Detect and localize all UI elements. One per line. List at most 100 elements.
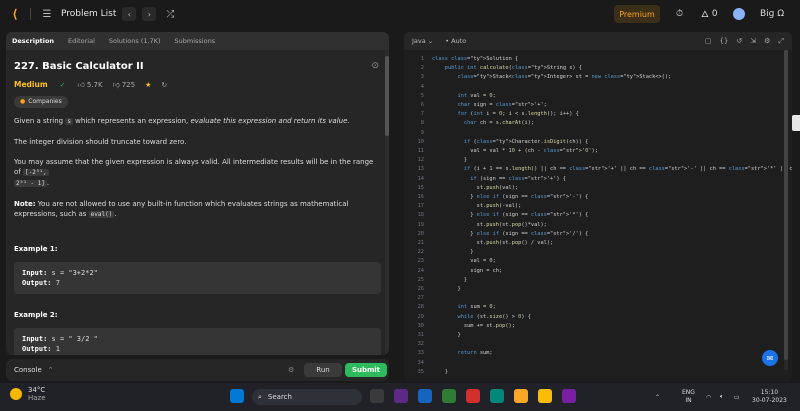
- code-line: st.push(st.pop() / val);: [432, 240, 554, 246]
- chrome-icon[interactable]: [538, 389, 552, 403]
- code-line: sum += st.pop();: [432, 322, 515, 329]
- text: .: [46, 179, 50, 187]
- code-line: }: [432, 249, 474, 256]
- line-number: 26: [417, 286, 424, 292]
- editor-toolbar: Java ⌄ • Auto ▢ {} ↺ ⇲ ⚙ ⤢: [404, 32, 792, 50]
- companies-label: Companies: [28, 98, 62, 105]
- auto-mode[interactable]: • Auto: [445, 37, 466, 45]
- line-number: 15: [417, 184, 424, 191]
- more-options-icon[interactable]: ⊙: [371, 61, 379, 71]
- leetcode-logo[interactable]: ⟨: [8, 7, 22, 21]
- code-line: } else if (sign == class="str">'-') {: [432, 194, 589, 200]
- task-view-icon[interactable]: [370, 389, 384, 403]
- solved-check-icon: ✓: [59, 81, 66, 89]
- chevron-up-icon[interactable]: ⌃: [655, 383, 660, 411]
- app-icon[interactable]: [490, 389, 504, 403]
- braces-icon[interactable]: {}: [719, 37, 728, 45]
- prev-problem-button[interactable]: ‹: [122, 7, 137, 21]
- fire-icon: 🜂: [701, 10, 709, 20]
- line-number: 1: [420, 56, 424, 62]
- taskbar-search[interactable]: ⌕ Search: [252, 389, 362, 405]
- mode-label: Auto: [451, 37, 467, 45]
- file-explorer-icon[interactable]: [514, 389, 528, 403]
- companies-tag[interactable]: ● Companies: [14, 96, 68, 108]
- run-button[interactable]: Run: [304, 363, 342, 377]
- line-number: 9: [420, 129, 424, 136]
- input-value: s = "3+2*2": [47, 269, 98, 277]
- weather-widget[interactable]: 34°C Haze: [10, 386, 46, 402]
- tab-submissions[interactable]: Submissions: [175, 37, 216, 45]
- volume-icon[interactable]: 🔈︎: [720, 383, 724, 411]
- avatar[interactable]: [733, 0, 745, 28]
- inline-code: s: [65, 118, 73, 125]
- code-line: int sum = 0;: [457, 304, 496, 311]
- streak-counter[interactable]: 🜂 0: [701, 0, 718, 28]
- input-label: Input:: [22, 335, 48, 343]
- reset-icon[interactable]: ↺: [736, 37, 742, 45]
- expand-icon[interactable]: ⇲: [750, 37, 756, 45]
- settings-icon[interactable]: ⚙: [764, 37, 770, 45]
- code-editor[interactable]: 1 class class="ty">Solution {2 public int…: [404, 54, 792, 381]
- shuffle-icon[interactable]: ⤮: [162, 6, 178, 22]
- tab-description[interactable]: Description: [12, 37, 54, 45]
- language-label: Java: [412, 37, 426, 45]
- sun-icon: [10, 388, 22, 400]
- scroll-thumb[interactable]: [784, 50, 788, 360]
- text: You are not allowed to use any built-in …: [14, 200, 349, 218]
- search-label: Search: [267, 393, 292, 401]
- divider: [30, 8, 31, 20]
- side-panel-handle[interactable]: [792, 115, 800, 131]
- dislike-icon[interactable]: 👎︎: [113, 80, 120, 90]
- premium-button[interactable]: Premium: [614, 5, 660, 23]
- edge-icon[interactable]: [418, 389, 432, 403]
- code-line: while (st.size() > 0) {: [457, 313, 531, 320]
- console-bar: Console ⌃ ⚙ Run Submit: [6, 359, 389, 381]
- inline-code: eval(): [88, 211, 115, 218]
- example-2-box: Input: s = " 3/2 " Output: 1: [14, 328, 381, 355]
- app-icon[interactable]: [562, 389, 576, 403]
- code-line: class class="ty">Solution {: [432, 56, 519, 62]
- windows-start-icon[interactable]: [230, 389, 244, 403]
- settings-icon[interactable]: ⚙: [288, 366, 294, 374]
- user-name[interactable]: Big Ω: [760, 0, 784, 28]
- next-problem-button[interactable]: ›: [142, 7, 157, 21]
- line-number: 21: [417, 240, 424, 246]
- line-number: 33: [417, 350, 424, 357]
- scroll-thumb[interactable]: [385, 56, 389, 136]
- battery-icon[interactable]: ▭: [734, 383, 740, 411]
- submit-button[interactable]: Submit: [345, 363, 387, 377]
- code-line: }: [432, 332, 461, 338]
- list-icon[interactable]: ☰: [39, 6, 55, 22]
- line-number: 34: [417, 359, 424, 366]
- description-scrollbar[interactable]: [385, 50, 389, 355]
- app-icon[interactable]: [442, 389, 456, 403]
- difficulty-badge: Medium: [14, 80, 48, 89]
- bookmark-icon[interactable]: ▢: [705, 37, 712, 45]
- wifi-icon[interactable]: ◠: [706, 383, 711, 411]
- line-number: 13: [417, 166, 424, 173]
- app-icon[interactable]: [394, 389, 408, 403]
- star-icon[interactable]: ★: [145, 80, 151, 90]
- console-toggle[interactable]: Console: [14, 366, 42, 374]
- like-icon[interactable]: 👍︎: [78, 80, 85, 90]
- line-number: 7: [420, 111, 424, 118]
- app-icon[interactable]: [466, 389, 480, 403]
- fullscreen-icon[interactable]: ⤢: [778, 37, 784, 46]
- tab-solutions[interactable]: Solutions (1.7K): [109, 37, 161, 45]
- tab-editorial[interactable]: Editorial: [68, 37, 95, 45]
- chat-help-button[interactable]: ✉: [762, 350, 778, 366]
- language-selector[interactable]: Java ⌄: [412, 37, 433, 45]
- output-label: Output:: [22, 279, 52, 287]
- clock[interactable]: 15:10 30-07-2023: [752, 383, 787, 411]
- problem-list-link[interactable]: Problem List: [61, 9, 116, 19]
- code-line: st.push(-val);: [432, 203, 522, 210]
- chevron-up-icon[interactable]: ⌃: [48, 366, 54, 374]
- timer-icon[interactable]: ⏱: [676, 0, 683, 28]
- share-icon[interactable]: ↻: [161, 80, 167, 90]
- editor-scrollbar[interactable]: [784, 50, 788, 370]
- input-value: s = " 3/2 ": [47, 335, 98, 343]
- language-indicator[interactable]: ENG IN: [682, 383, 695, 411]
- line-number: 3: [420, 74, 424, 81]
- code-line: val = 0;: [432, 258, 496, 265]
- line-number: 4: [420, 83, 424, 90]
